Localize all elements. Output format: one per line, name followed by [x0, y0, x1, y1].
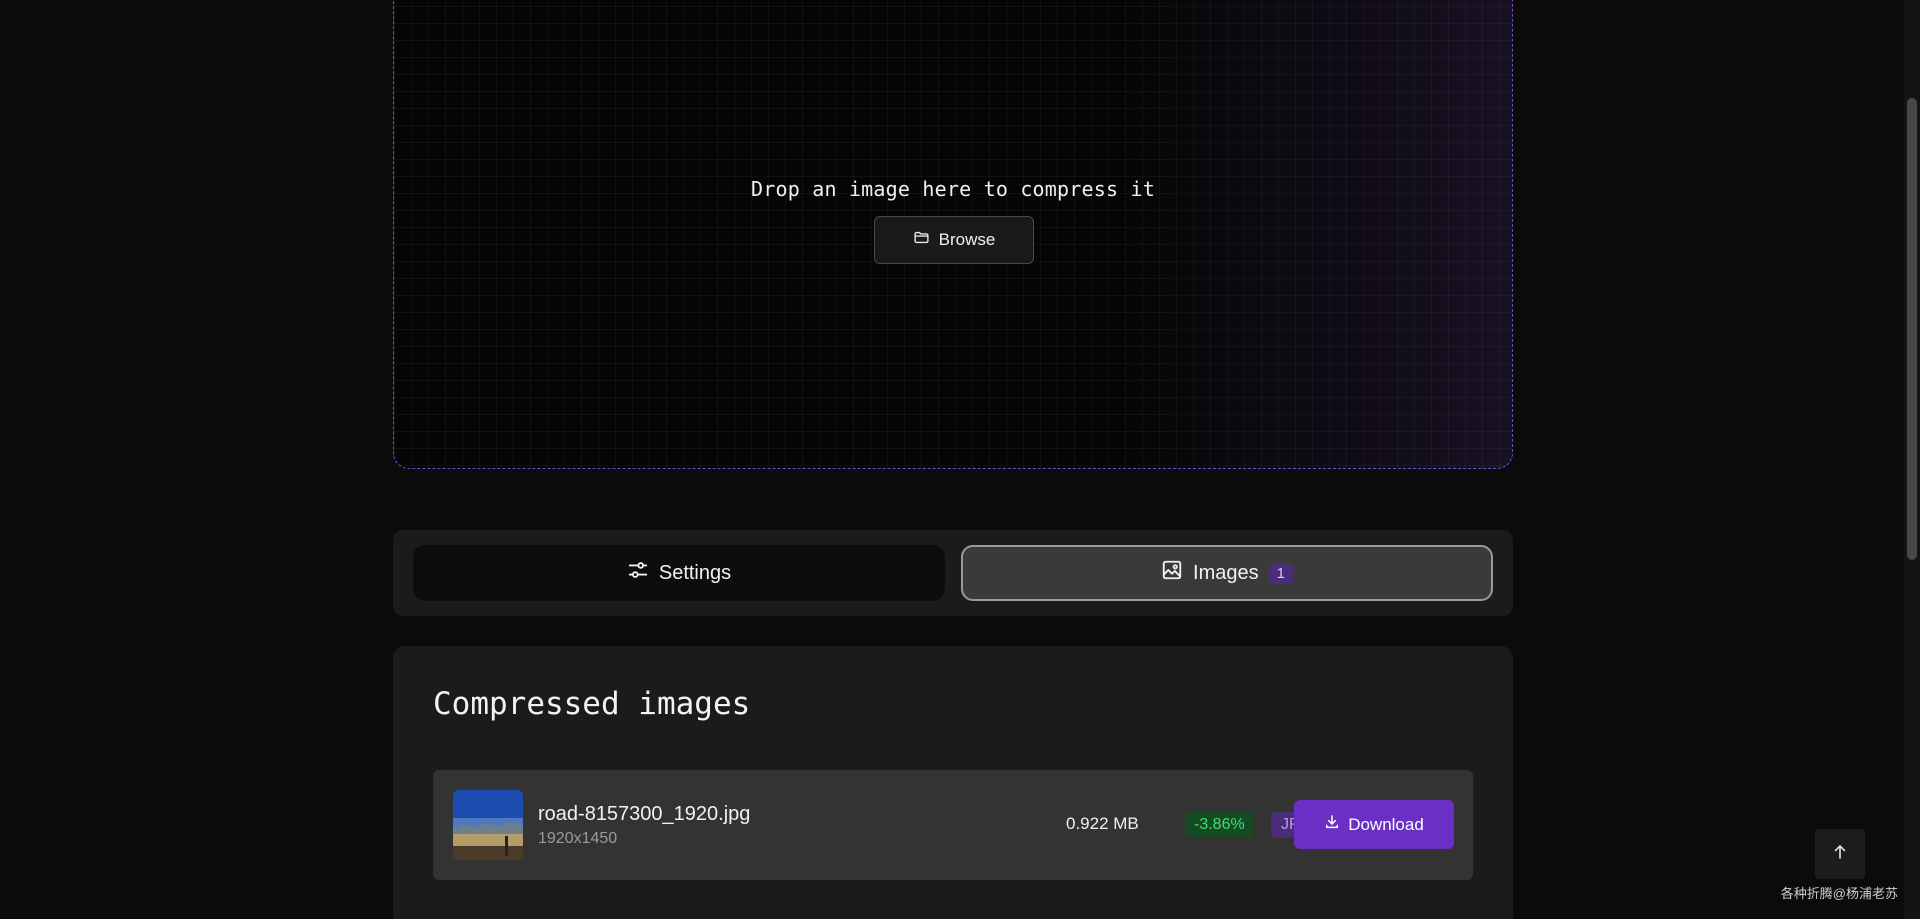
download-button[interactable]: Download [1294, 800, 1454, 849]
file-dimensions: 1920x1450 [538, 830, 618, 847]
panel-title: Compressed images [433, 686, 751, 722]
list-item: road-8157300_1920.jpg 1920x1450 0.922 MB… [433, 770, 1473, 880]
tab-images[interactable]: Images 1 [961, 545, 1493, 601]
tab-images-label: Images [1193, 561, 1259, 584]
browse-button[interactable]: Browse [874, 216, 1034, 264]
images-count-badge: 1 [1268, 562, 1293, 584]
tab-settings[interactable]: Settings [413, 545, 945, 601]
scrollbar-thumb[interactable] [1907, 98, 1917, 560]
download-label: Download [1348, 814, 1424, 834]
page: Drop an image here to compress it Browse [0, 0, 1920, 919]
image-drop-zone[interactable]: Drop an image here to compress it Browse [393, 0, 1513, 469]
folder-icon [913, 229, 930, 251]
drop-prompt: Drop an image here to compress it [751, 177, 1155, 201]
image-icon [1161, 559, 1183, 587]
size-change-badge: -3.86% [1185, 812, 1254, 838]
tab-settings-label: Settings [658, 561, 732, 584]
tabs-bar: Settings Images 1 [393, 530, 1513, 616]
file-name: road-8157300_1920.jpg [538, 803, 751, 825]
file-size: 0.922 MB [1066, 814, 1139, 833]
browse-label: Browse [938, 230, 996, 249]
watermark-text: 各种折腾@杨浦老苏 [1780, 886, 1898, 901]
compressed-images-panel: Compressed images road-8157300_1920.jpg … [393, 646, 1513, 919]
image-thumbnail [453, 790, 523, 860]
scroll-to-top-button[interactable] [1815, 829, 1865, 879]
arrow-up-icon [1831, 843, 1849, 866]
sliders-icon [627, 559, 649, 587]
page-scrollbar[interactable] [1904, 0, 1920, 919]
download-icon [1324, 814, 1340, 835]
